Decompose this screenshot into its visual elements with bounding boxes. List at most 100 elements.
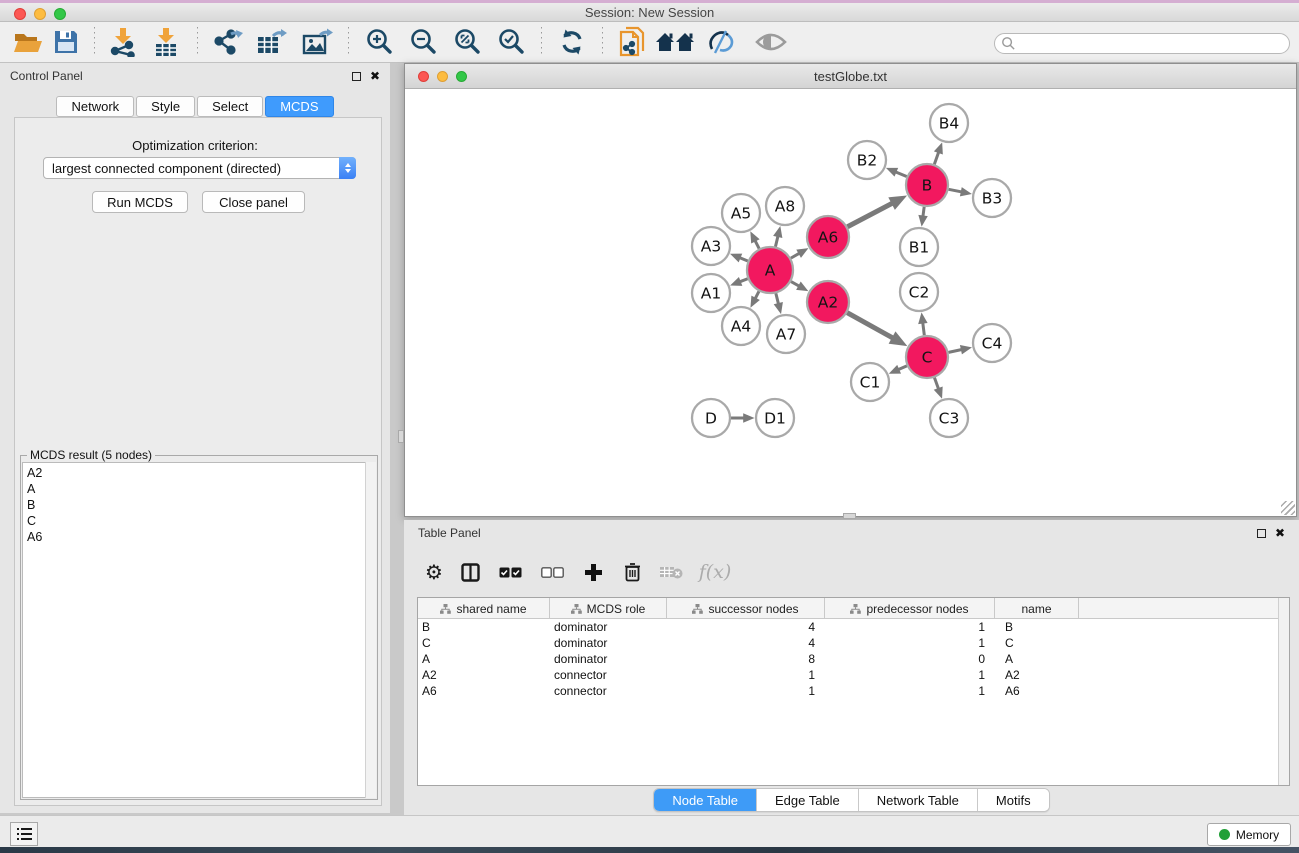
- close-panel-button[interactable]: Close panel: [202, 191, 305, 213]
- tab-style[interactable]: Style: [136, 96, 195, 117]
- tab-mcds[interactable]: MCDS: [265, 96, 333, 117]
- export-network-icon[interactable]: [206, 25, 248, 59]
- add-column-icon[interactable]: [573, 557, 613, 587]
- import-network-icon[interactable]: [103, 25, 143, 59]
- column-header-MCDS-role[interactable]: MCDS role: [550, 598, 667, 619]
- zoom-selected-icon[interactable]: [489, 25, 533, 59]
- table-row[interactable]: Adominator80A: [418, 651, 1289, 667]
- tab-network-table[interactable]: Network Table: [859, 789, 978, 811]
- column-header-successor-nodes[interactable]: successor nodes: [667, 598, 825, 619]
- column-header-name[interactable]: name: [995, 598, 1079, 619]
- save-session-icon[interactable]: [46, 25, 86, 59]
- delete-table-icon[interactable]: [651, 557, 691, 587]
- open-file-icon[interactable]: [10, 25, 46, 59]
- column-header-shared-name[interactable]: shared name: [418, 598, 550, 619]
- run-mcds-button[interactable]: Run MCDS: [92, 191, 188, 213]
- table-float-panel-icon[interactable]: [1257, 529, 1266, 538]
- memory-label: Memory: [1236, 828, 1279, 842]
- select-all-columns-icon[interactable]: [489, 557, 531, 587]
- table-row[interactable]: Bdominator41B: [418, 619, 1289, 635]
- edge-B-B1[interactable]: [923, 207, 924, 217]
- mcds-result-scrollbar[interactable]: [365, 462, 376, 798]
- refresh-icon[interactable]: [550, 25, 594, 59]
- edge-A-A7[interactable]: [776, 293, 779, 304]
- export-image-icon[interactable]: [294, 25, 340, 59]
- edge-A6-B[interactable]: [847, 203, 892, 227]
- table-scrollbar[interactable]: [1278, 598, 1289, 785]
- zoom-out-icon[interactable]: [401, 25, 445, 59]
- table-body: Bdominator41BCdominator41CAdominator80AA…: [418, 619, 1289, 699]
- mcds-result-item[interactable]: B: [27, 497, 375, 513]
- mcds-result-item[interactable]: C: [27, 513, 375, 529]
- cell-MCDS-role: dominator: [550, 636, 667, 650]
- export-table-icon[interactable]: [248, 25, 294, 59]
- mcds-result-list[interactable]: A2ABCA6: [22, 462, 376, 798]
- node-table[interactable]: shared nameMCDS rolesuccessor nodesprede…: [417, 597, 1290, 786]
- tab-motifs[interactable]: Motifs: [978, 789, 1049, 811]
- task-history-button[interactable]: [10, 822, 38, 846]
- edge-A-A1[interactable]: [740, 279, 748, 282]
- float-panel-icon[interactable]: [352, 72, 361, 81]
- edge-A-A6[interactable]: [791, 253, 800, 258]
- zoom-window-button[interactable]: [54, 8, 66, 20]
- node-label-A5: A5: [731, 205, 751, 223]
- zoom-fit-icon[interactable]: [445, 25, 489, 59]
- home-icon[interactable]: [653, 25, 699, 59]
- edge-B-B3[interactable]: [949, 189, 962, 192]
- edge-C-C1[interactable]: [898, 366, 907, 370]
- edge-A2-C[interactable]: [847, 313, 893, 338]
- hide-panels-icon[interactable]: [699, 25, 745, 59]
- close-panel-icon[interactable]: ✖: [370, 72, 380, 81]
- network-minimize-button[interactable]: [437, 71, 448, 82]
- eye-icon[interactable]: [745, 25, 797, 59]
- edge-C-C2[interactable]: [923, 323, 925, 336]
- gear-icon[interactable]: ⚙: [417, 557, 451, 587]
- edge-C-C4[interactable]: [949, 349, 962, 352]
- edge-A-A2[interactable]: [791, 282, 799, 287]
- memory-button[interactable]: Memory: [1207, 823, 1291, 846]
- table-close-panel-icon[interactable]: ✖: [1275, 529, 1285, 538]
- cell-shared-name: B: [418, 620, 550, 634]
- mcds-result-item[interactable]: A6: [27, 529, 375, 545]
- close-window-button[interactable]: [14, 8, 26, 20]
- edge-A-A8[interactable]: [775, 236, 777, 247]
- network-window-titlebar[interactable]: testGlobe.txt: [405, 64, 1296, 89]
- column-header-filler: [1079, 598, 1289, 619]
- search-input[interactable]: [1016, 37, 1266, 51]
- node-label-C3: C3: [939, 410, 960, 428]
- edge-C-C3[interactable]: [934, 378, 938, 389]
- resize-grip-icon[interactable]: [1281, 501, 1295, 515]
- edge-A-A5[interactable]: [755, 240, 759, 248]
- edge-B-B4[interactable]: [934, 152, 938, 164]
- edge-B-B2[interactable]: [895, 172, 906, 177]
- minimize-window-button[interactable]: [34, 8, 46, 20]
- network-zoom-button[interactable]: [456, 71, 467, 82]
- column-header-predecessor-nodes[interactable]: predecessor nodes: [825, 598, 995, 619]
- delete-columns-icon[interactable]: [613, 557, 651, 587]
- node-label-B: B: [922, 177, 933, 195]
- window-controls[interactable]: [14, 8, 66, 20]
- network-close-button[interactable]: [418, 71, 429, 82]
- import-table-icon[interactable]: [143, 25, 189, 59]
- zoom-in-icon[interactable]: [357, 25, 401, 59]
- tab-select[interactable]: Select: [197, 96, 263, 117]
- tab-edge-table[interactable]: Edge Table: [757, 789, 859, 811]
- unselect-all-columns-icon[interactable]: [531, 557, 573, 587]
- split-columns-icon[interactable]: [451, 557, 489, 587]
- mcds-result-item[interactable]: A2: [27, 465, 375, 481]
- arrowhead-icon: [743, 413, 754, 423]
- horizontal-divider-handle[interactable]: [843, 513, 856, 519]
- edge-A-A3[interactable]: [740, 258, 748, 261]
- tab-network[interactable]: Network: [56, 96, 134, 117]
- network-file-icon[interactable]: [611, 25, 653, 59]
- table-row[interactable]: Cdominator41C: [418, 635, 1289, 651]
- search-field[interactable]: [994, 33, 1290, 54]
- edge-A-A4[interactable]: [755, 291, 759, 298]
- mcds-result-item[interactable]: A: [27, 481, 375, 497]
- network-canvas[interactable]: AA1A3A5A8A4A7A6A2BB2B4B3B1CC2C1C4C3DD1: [405, 89, 1296, 516]
- table-row[interactable]: A6connector11A6: [418, 683, 1289, 699]
- optimization-criterion-dropdown[interactable]: largest connected component (directed): [43, 157, 356, 179]
- tab-node-table[interactable]: Node Table: [654, 789, 757, 811]
- vertical-divider-handle[interactable]: [398, 430, 404, 443]
- table-row[interactable]: A2connector11A2: [418, 667, 1289, 683]
